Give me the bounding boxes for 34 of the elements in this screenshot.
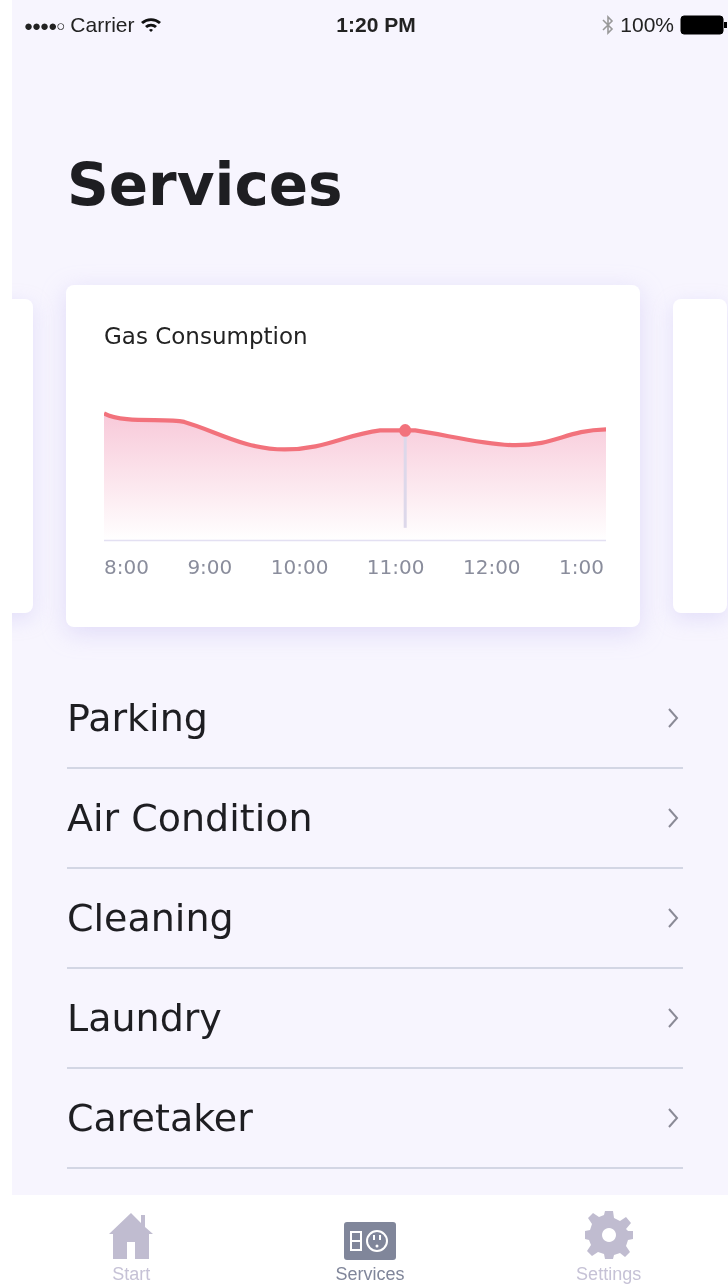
tab-item[interactable]: Services [290,1195,450,1287]
page-title: Services [67,150,344,220]
axis-label: 11:00 [366,555,425,579]
service-row[interactable]: Parking [67,669,683,769]
carrier-name: Carrier [70,13,135,37]
status-time: 1:20 PM [336,13,416,37]
signal-strength: ●●●●○ [24,16,65,34]
power-outlet-icon [344,1222,396,1260]
service-label: Air Condition [67,796,313,840]
bluetooth-icon [602,14,615,36]
battery-percent: 100% [620,13,674,37]
service-row[interactable]: Caretaker [67,1069,683,1169]
service-row[interactable]: Air Condition [67,769,683,869]
wifi-icon [140,17,163,33]
settings-icon [583,1210,634,1260]
service-row[interactable]: Laundry [67,969,683,1069]
chevron-right-icon [667,1107,679,1129]
axis-label: 8:00 [104,555,149,579]
service-row[interactable]: Cleaning [67,869,683,969]
card-title: Gas Consumption [104,323,309,349]
service-label: Laundry [67,996,222,1040]
axis-label: 12:00 [462,555,521,579]
chevron-right-icon [667,907,679,929]
service-label: Parking [67,696,208,740]
service-label: Caretaker [67,1096,253,1140]
axis-label: 1:00 [559,555,604,579]
axis-label: 9:00 [187,555,233,579]
service-label: Cleaning [67,896,234,940]
chevron-right-icon [667,707,679,729]
axis-label: 10:00 [270,555,329,579]
battery-icon [680,15,728,35]
chart-card[interactable]: Gas Consumption 8:00 9:00 10:00 11:00 12:00 1:00 [66,285,640,627]
chevron-right-icon [667,1007,679,1029]
chevron-right-icon [667,807,679,829]
